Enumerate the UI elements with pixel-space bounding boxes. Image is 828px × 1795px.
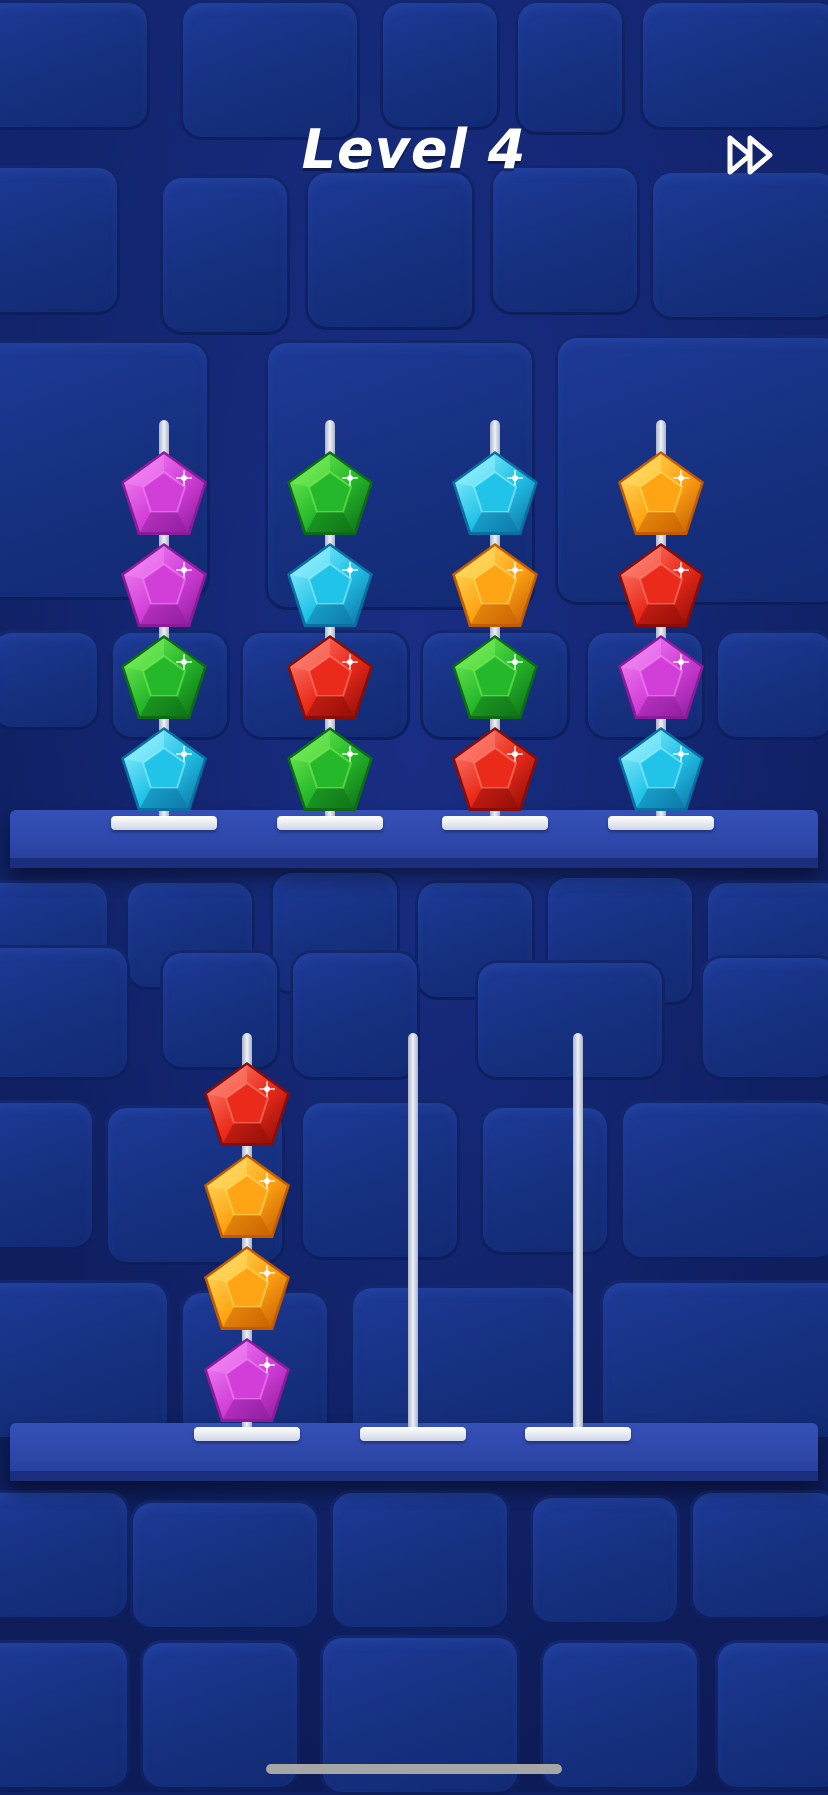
wall-stone	[515, 0, 625, 135]
cyan-gem[interactable]	[284, 540, 376, 632]
pole[interactable]	[408, 1033, 418, 1431]
wall-stone	[0, 1100, 95, 1250]
cyan-gem[interactable]	[615, 724, 707, 816]
fast-forward-icon	[727, 135, 773, 175]
wall-stone	[300, 1100, 460, 1260]
green-gem[interactable]	[449, 632, 541, 724]
wall-stone	[490, 165, 640, 315]
wall-stone	[600, 1280, 828, 1440]
purple-gem[interactable]	[615, 632, 707, 724]
wall-stone	[0, 1640, 130, 1790]
level-title: Level 4	[301, 118, 527, 181]
pole-base[interactable]	[360, 1427, 466, 1441]
skip-level-button[interactable]	[724, 132, 780, 178]
red-gem[interactable]	[284, 632, 376, 724]
pole-base[interactable]	[111, 816, 217, 830]
green-gem[interactable]	[284, 724, 376, 816]
stone-wall-background	[0, 0, 828, 1795]
wall-stone	[330, 1490, 510, 1630]
cyan-gem[interactable]	[449, 448, 541, 540]
wall-stone	[0, 630, 100, 730]
wall-stone	[290, 950, 420, 1080]
purple-gem[interactable]	[118, 540, 210, 632]
orange-gem[interactable]	[449, 540, 541, 632]
wall-stone	[715, 1640, 828, 1790]
pole-base[interactable]	[194, 1427, 300, 1441]
wall-stone	[0, 1280, 170, 1440]
red-gem[interactable]	[449, 724, 541, 816]
wall-stone	[0, 0, 150, 130]
wall-stone	[700, 955, 828, 1080]
wall-stone	[0, 165, 120, 315]
wall-stone	[160, 950, 280, 1070]
pole-base[interactable]	[442, 816, 548, 830]
green-gem[interactable]	[284, 448, 376, 540]
orange-gem[interactable]	[201, 1151, 293, 1243]
wall-stone	[350, 1285, 580, 1445]
wall-stone	[690, 1490, 828, 1620]
wall-stone	[650, 170, 828, 320]
wall-stone	[540, 1640, 700, 1790]
pole-base[interactable]	[277, 816, 383, 830]
pole-base[interactable]	[525, 1427, 631, 1441]
pole[interactable]	[573, 1033, 583, 1431]
wall-stone	[530, 1495, 680, 1625]
red-gem[interactable]	[201, 1059, 293, 1151]
pole-base[interactable]	[608, 816, 714, 830]
wall-stone	[480, 1105, 610, 1255]
wall-stone	[620, 1100, 828, 1260]
wall-stone	[160, 175, 290, 335]
purple-gem[interactable]	[118, 448, 210, 540]
wall-stone	[640, 0, 828, 130]
wall-stone	[475, 960, 665, 1080]
home-indicator	[266, 1764, 562, 1774]
wall-stone	[0, 1490, 130, 1620]
wall-stone	[305, 170, 475, 330]
red-gem[interactable]	[615, 540, 707, 632]
wall-stone	[715, 630, 828, 740]
cyan-gem[interactable]	[118, 724, 210, 816]
orange-gem[interactable]	[615, 448, 707, 540]
purple-gem[interactable]	[201, 1335, 293, 1427]
wall-stone	[380, 0, 500, 130]
wall-stone	[0, 945, 130, 1080]
wall-stone	[130, 1500, 320, 1630]
orange-gem[interactable]	[201, 1243, 293, 1335]
green-gem[interactable]	[118, 632, 210, 724]
